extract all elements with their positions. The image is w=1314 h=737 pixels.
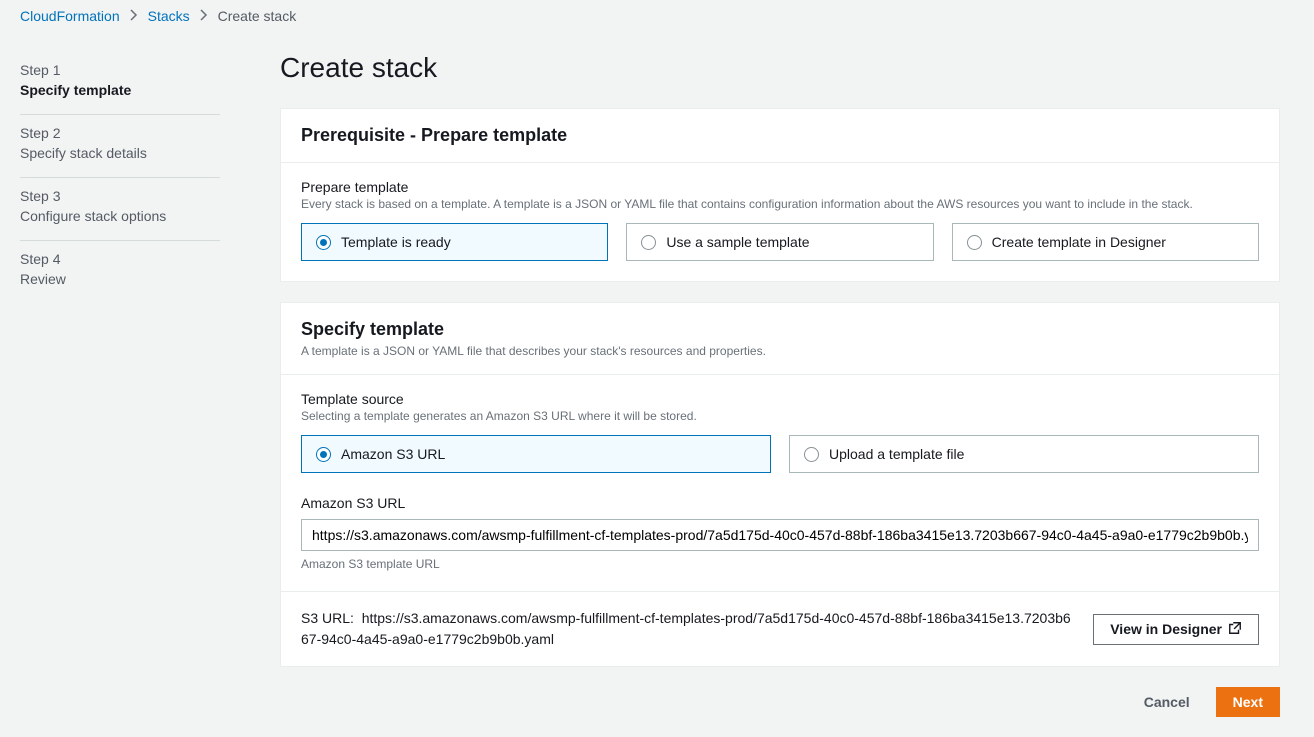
step-4[interactable]: Step 4 Review (20, 241, 220, 303)
option-label: Create template in Designer (992, 234, 1166, 250)
prepare-template-hint: Every stack is based on a template. A te… (301, 197, 1259, 211)
radio-icon (967, 235, 982, 250)
breadcrumb-stacks[interactable]: Stacks (148, 8, 190, 24)
external-link-icon (1228, 621, 1242, 638)
step-1[interactable]: Step 1 Specify template (20, 52, 220, 115)
prepare-template-label: Prepare template (301, 179, 1259, 195)
option-create-in-designer[interactable]: Create template in Designer (952, 223, 1259, 261)
step-number: Step 4 (20, 251, 220, 267)
s3-url-display: S3 URL: https://s3.amazonaws.com/awsmp-f… (301, 608, 1077, 650)
panel-desc: A template is a JSON or YAML file that d… (301, 344, 1259, 358)
wizard-steps: Step 1 Specify template Step 2 Specify s… (20, 52, 220, 717)
next-button[interactable]: Next (1216, 687, 1280, 717)
amazon-s3-url-help: Amazon S3 template URL (301, 557, 1259, 571)
step-number: Step 3 (20, 188, 220, 204)
panel-heading: Specify template (301, 319, 1259, 340)
breadcrumb-current: Create stack (218, 8, 297, 24)
option-label: Upload a template file (829, 446, 964, 462)
page-title: Create stack (280, 52, 1280, 84)
step-2[interactable]: Step 2 Specify stack details (20, 115, 220, 178)
template-source-hint: Selecting a template generates an Amazon… (301, 409, 1259, 423)
breadcrumb-cloudformation[interactable]: CloudFormation (20, 8, 120, 24)
option-template-ready[interactable]: Template is ready (301, 223, 608, 261)
step-number: Step 1 (20, 62, 220, 78)
radio-icon (316, 447, 331, 462)
step-3[interactable]: Step 3 Configure stack options (20, 178, 220, 241)
amazon-s3-url-label: Amazon S3 URL (301, 495, 1259, 511)
option-label: Template is ready (341, 234, 451, 250)
option-label: Amazon S3 URL (341, 446, 445, 462)
button-label: View in Designer (1110, 621, 1222, 637)
amazon-s3-url-input[interactable] (301, 519, 1259, 551)
option-sample-template[interactable]: Use a sample template (626, 223, 933, 261)
radio-icon (316, 235, 331, 250)
panel-specify-template: Specify template A template is a JSON or… (280, 302, 1280, 667)
template-source-label: Template source (301, 391, 1259, 407)
wizard-actions: Cancel Next (280, 687, 1280, 717)
s3-url-label: S3 URL: (301, 610, 354, 626)
view-in-designer-button[interactable]: View in Designer (1093, 614, 1259, 645)
chevron-right-icon (130, 8, 138, 24)
step-title: Configure stack options (20, 208, 220, 224)
panel-heading: Prerequisite - Prepare template (301, 125, 1259, 146)
step-number: Step 2 (20, 125, 220, 141)
cancel-button[interactable]: Cancel (1128, 687, 1206, 717)
option-label: Use a sample template (666, 234, 809, 250)
radio-icon (641, 235, 656, 250)
step-title: Specify template (20, 82, 220, 98)
panel-prerequisite: Prerequisite - Prepare template Prepare … (280, 108, 1280, 282)
radio-icon (804, 447, 819, 462)
option-amazon-s3-url[interactable]: Amazon S3 URL (301, 435, 771, 473)
breadcrumb: CloudFormation Stacks Create stack (20, 8, 1294, 24)
step-title: Review (20, 271, 220, 287)
step-title: Specify stack details (20, 145, 220, 161)
option-upload-template-file[interactable]: Upload a template file (789, 435, 1259, 473)
s3-url-value: https://s3.amazonaws.com/awsmp-fulfillme… (301, 610, 1071, 647)
chevron-right-icon (200, 8, 208, 24)
